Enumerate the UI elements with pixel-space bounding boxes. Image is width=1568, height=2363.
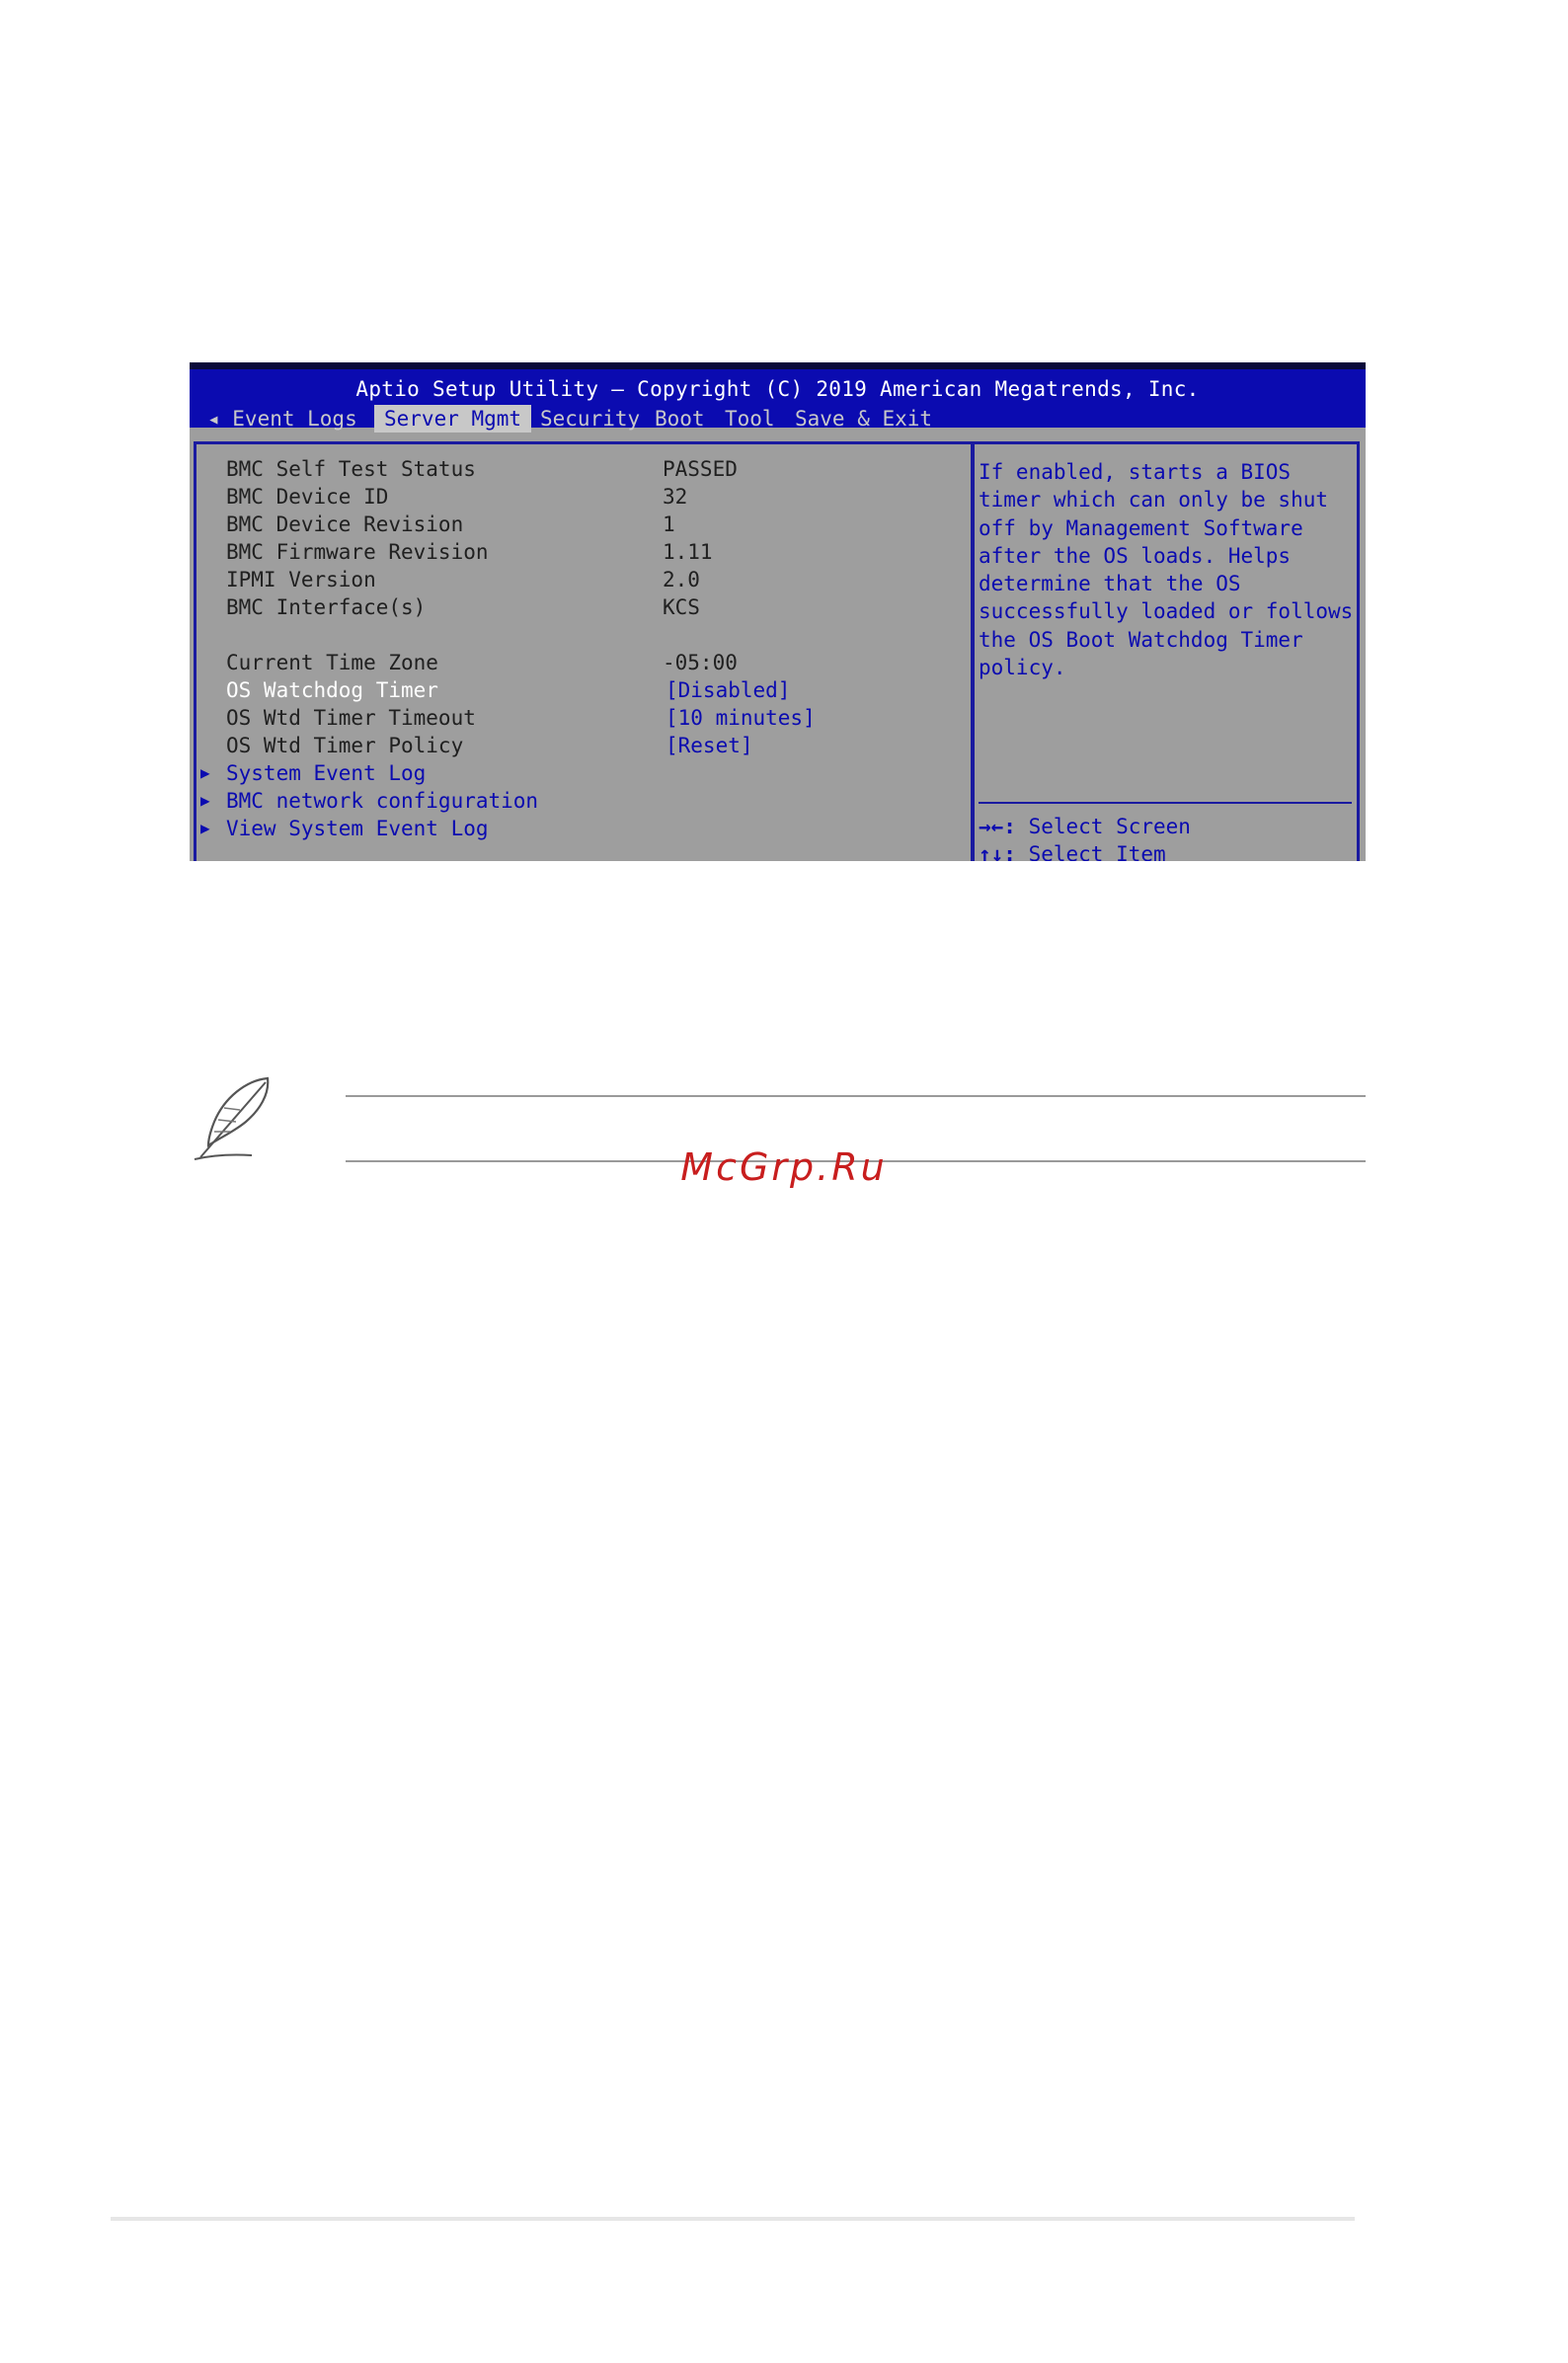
setting-label: BMC Self Test Status [226,457,476,481]
key-hint-key: →←: [979,815,1016,838]
option-value[interactable]: [Disabled] [666,676,790,704]
footer-rule [111,2217,1355,2221]
setting-label: BMC Device Revision [226,512,464,536]
bios-header: Aptio Setup Utility – Copyright (C) 2019… [190,362,1366,433]
settings-panel: BMC Self Test Status PASSED BMC Device I… [194,441,975,861]
setting-label: OS Wtd Timer Policy [226,734,464,757]
tab-tool[interactable]: Tool [715,405,785,433]
setting-label: BMC Firmware Revision [226,540,489,564]
tab-save-exit[interactable]: Save & Exit [785,405,942,433]
tab-security[interactable]: Security [530,405,650,433]
setting-value: KCS [663,595,700,619]
setting-label: BMC Interface(s) [226,595,427,619]
setting-value: 2.0 [663,568,700,591]
submenu-label: BMC network configuration [226,789,539,813]
submenu-label: View System Event Log [226,817,489,840]
setting-value: PASSED [663,457,738,481]
setting-value: 32 [663,485,688,509]
note-top-rule [346,1095,1366,1097]
triangle-right-icon: ▶ [200,819,210,837]
key-hint-key: ↑↓: [979,842,1016,861]
triangle-right-icon: ▶ [200,763,210,782]
bios-title: Aptio Setup Utility – Copyright (C) 2019… [355,377,1200,401]
setting-label: Current Time Zone [226,651,438,674]
setting-label: IPMI Version [226,568,376,591]
setting-value: -05:00 [663,651,738,674]
option-value[interactable]: [Reset] [666,732,753,759]
key-hint-desc: Select Screen [1015,815,1191,838]
key-hint-select-item: ↑↓: Select Item [979,842,1166,861]
tab-event-logs[interactable]: ◂ Event Logs [197,405,367,433]
setting-label: OS Watchdog Timer [226,678,438,702]
triangle-right-icon: ▶ [200,791,210,810]
key-hint-select-screen: →←: Select Screen [979,815,1191,838]
bios-setup-screen: Aptio Setup Utility – Copyright (C) 2019… [190,362,1366,861]
key-hint-desc: Select Item [1015,842,1166,861]
tab-server-mgmt[interactable]: Server Mgmt [374,405,532,433]
watermark: McGrp.Ru [680,1145,888,1189]
tab-boot[interactable]: Boot [645,405,715,433]
setting-label: BMC Device ID [226,485,389,509]
help-panel: If enabled, starts a BIOS timer which ca… [971,441,1360,861]
setting-value: 1 [663,512,675,536]
setting-label: OS Wtd Timer Timeout [226,706,476,730]
setting-value: 1.11 [663,540,713,564]
bios-tab-bar: ◂ Event Logs Server Mgmt Security Boot T… [190,405,1366,434]
option-value[interactable]: [10 minutes] [666,704,816,732]
submenu-label: System Event Log [226,761,427,785]
help-text: If enabled, starts a BIOS timer which ca… [979,460,1354,680]
help-divider [979,802,1352,804]
